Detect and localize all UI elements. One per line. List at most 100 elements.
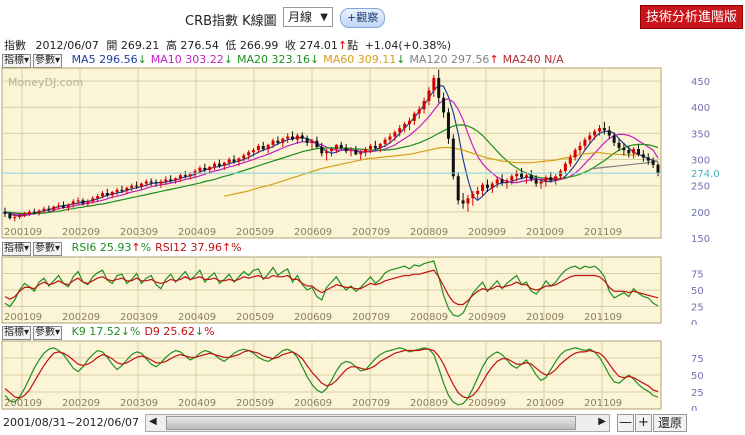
- legend-ma_legend-3: MA60 309.11: [323, 53, 397, 66]
- x-tick-label: 201009: [526, 398, 564, 409]
- legend-unit: %: [231, 241, 242, 254]
- params-label: 參數: [35, 243, 56, 254]
- legend-unit: %: [129, 325, 141, 338]
- x-tick-label: 200609: [294, 312, 332, 323]
- close-label: 收: [284, 39, 296, 52]
- legend-rsi_legend-0: RSI6 25.93: [71, 241, 132, 254]
- candle-body: [485, 184, 489, 188]
- candle-body: [417, 109, 421, 114]
- x-tick-label: 200709: [352, 312, 390, 323]
- x-tick-label: 200109: [4, 312, 42, 323]
- y-tick-label: 300: [691, 156, 710, 167]
- zoom-out-button[interactable]: —: [617, 414, 634, 432]
- legend-kd_legend-1: D9 25.62: [144, 325, 195, 338]
- candle-body: [432, 77, 436, 91]
- candle-body: [237, 158, 241, 162]
- candle-body: [339, 144, 343, 149]
- candle-body: [105, 193, 109, 196]
- candle-body: [437, 77, 441, 98]
- params-select-rsi[interactable]: 參數▾: [33, 242, 63, 256]
- candle-body: [598, 128, 602, 132]
- x-tick-label: 200809: [410, 398, 448, 409]
- candle-body: [291, 136, 295, 140]
- add-watch-button[interactable]: +觀察: [340, 8, 386, 28]
- candle-body: [349, 150, 353, 152]
- x-tick-label: 200509: [236, 398, 274, 409]
- legend-arrow-icon: ↑: [489, 53, 499, 66]
- candle-body: [656, 164, 660, 174]
- candle-body: [247, 152, 251, 156]
- x-tick-label: 200209: [62, 227, 100, 238]
- candle-body: [359, 152, 363, 155]
- scroll-left-icon[interactable]: ◀: [149, 416, 157, 427]
- candle-body: [637, 149, 641, 155]
- candle-body: [61, 205, 65, 208]
- candle-body: [481, 184, 485, 191]
- advanced-analysis-button[interactable]: 技術分析進階版: [640, 5, 743, 29]
- candle-body: [252, 150, 256, 153]
- candle-body: [607, 130, 611, 136]
- high-value: 276.54: [180, 39, 219, 52]
- x-tick-label: 201109: [584, 398, 622, 409]
- candle-body: [544, 177, 548, 182]
- candle-body: [76, 200, 80, 202]
- candle-body: [563, 163, 567, 172]
- candle-body: [169, 179, 173, 181]
- x-tick-label: 200909: [468, 227, 506, 238]
- x-tick-label: 200109: [4, 227, 42, 238]
- candle-body: [130, 185, 134, 188]
- legend-unit: %: [140, 241, 152, 254]
- date-range: 2001/08/31~2012/06/07: [3, 416, 140, 429]
- period-select[interactable]: 月線 ▼: [283, 7, 333, 27]
- info-date: 2012/06/07: [35, 39, 99, 52]
- candle-body: [520, 173, 524, 178]
- candle-body: [554, 176, 558, 181]
- candle-body: [573, 150, 577, 158]
- candle-body: [22, 213, 26, 215]
- candle-body: [456, 176, 460, 201]
- candle-body: [612, 135, 616, 143]
- candle-body: [115, 189, 119, 192]
- candle-body: [149, 181, 153, 183]
- candle-body: [232, 159, 236, 162]
- candle-body: [627, 150, 631, 154]
- legend-rsi_legend-1: RSI12 37.96: [155, 241, 222, 254]
- candle-body: [81, 200, 85, 204]
- candle-body: [407, 120, 411, 124]
- zoom-in-button[interactable]: +: [635, 414, 652, 432]
- candle-body: [368, 145, 372, 150]
- scroll-thumb[interactable]: [166, 416, 576, 430]
- candle-body: [217, 163, 221, 166]
- candle-body: [334, 144, 338, 150]
- x-tick-label: 201009: [526, 312, 564, 323]
- scroll-right-icon[interactable]: ▶: [598, 416, 606, 427]
- legend-arrow-icon: ↑: [131, 241, 141, 254]
- legend-arrow-icon: ↓: [310, 53, 320, 66]
- indicator-label: 指標: [4, 55, 24, 66]
- y-tick-label: 75: [691, 270, 704, 281]
- params-select-kd[interactable]: 參數▾: [33, 326, 63, 340]
- candle-body: [188, 174, 192, 177]
- legend-ma_legend-2: MA20 323.16: [237, 53, 310, 66]
- candle-body: [622, 148, 626, 151]
- timeline-scrollbar[interactable]: ◀ ▶: [145, 414, 610, 432]
- candle-body: [52, 206, 56, 210]
- candle-body: [505, 180, 509, 183]
- open-value: 269.21: [120, 39, 160, 52]
- candle-body: [373, 145, 377, 149]
- candle-body: [602, 128, 606, 131]
- candle-body: [135, 185, 139, 187]
- candle-body: [305, 138, 309, 143]
- x-tick-label: 201109: [584, 227, 622, 238]
- legend-arrow-icon: ↓: [223, 53, 233, 66]
- candle-body: [632, 149, 636, 154]
- candle-body: [641, 154, 645, 158]
- candle-body: [96, 196, 100, 199]
- indicator-select-rsi[interactable]: 指標▾: [2, 242, 32, 256]
- x-tick-label: 200809: [410, 312, 448, 323]
- candle-body: [18, 214, 22, 218]
- reset-button[interactable]: 還原: [653, 414, 687, 432]
- candle-body: [524, 175, 528, 178]
- indicator-select-kd[interactable]: 指標▾: [2, 326, 32, 340]
- info-label: 指數: [4, 39, 26, 52]
